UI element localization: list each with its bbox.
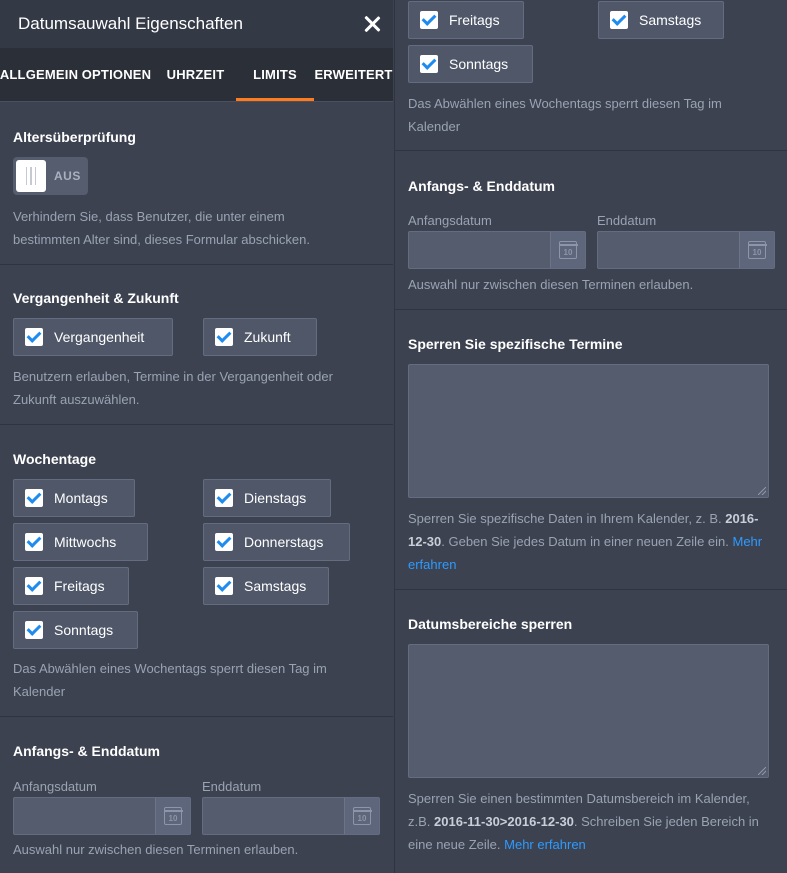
- toggle-state-label: AUS: [54, 169, 81, 183]
- tab-erweitert[interactable]: ERWEITERT: [314, 48, 393, 101]
- weekdays-help: Das Abwählen eines Wochentags sperrt die…: [13, 661, 327, 699]
- tab-optionen[interactable]: OPTIONEN: [78, 48, 155, 101]
- checkbox-label: Sonntags: [54, 622, 114, 638]
- checkbox-freitags[interactable]: Freitags: [13, 567, 129, 605]
- date-range-section: Anfangs- & Enddatum Anfangsdatum Enddatu…: [395, 151, 787, 310]
- block-dates-help: Sperren Sie spezifische Daten in Ihrem K…: [408, 511, 763, 572]
- end-date-input[interactable]: 10: [597, 231, 775, 269]
- past-future-help: Benutzern erlauben, Termine in der Verga…: [13, 369, 333, 407]
- checkbox-icon: [215, 328, 233, 346]
- checkbox-icon: [610, 11, 628, 29]
- age-check-toggle[interactable]: AUS: [13, 157, 88, 195]
- weekdays-section: Wochentage Montags Dienstags Mittwochs D…: [0, 425, 393, 717]
- weekdays-section-continued: Freitags Samstags Sonntags Das Abwählen …: [395, 0, 787, 151]
- block-ranges-section: Datumsbereiche sperren Sperren Sie einen…: [395, 590, 787, 873]
- calendar-button[interactable]: 10: [739, 232, 774, 268]
- age-check-section: Altersüberprüfung AUS Verhindern Sie, da…: [0, 102, 393, 265]
- checkbox-icon: [25, 621, 43, 639]
- start-date-input[interactable]: 10: [13, 797, 191, 835]
- checkbox-icon: [25, 533, 43, 551]
- close-icon[interactable]: [361, 13, 383, 35]
- calendar-button[interactable]: 10: [344, 798, 379, 834]
- calendar-icon: 10: [558, 241, 578, 259]
- date-range-title: Anfangs- & Enddatum: [13, 743, 160, 759]
- properties-panel: Datumsauwahl Eigenschaften ALLGEMEIN OPT…: [0, 0, 393, 873]
- end-date-label: Enddatum: [597, 213, 657, 228]
- end-date-input[interactable]: 10: [202, 797, 380, 835]
- end-date-label: Enddatum: [202, 779, 262, 794]
- start-date-input[interactable]: 10: [408, 231, 586, 269]
- properties-panel-scrolled: Freitags Samstags Sonntags Das Abwählen …: [394, 0, 787, 873]
- start-date-label: Anfangsdatum: [13, 779, 97, 794]
- checkbox-vergangenheit[interactable]: Vergangenheit: [13, 318, 173, 356]
- checkbox-sonntags[interactable]: Sonntags: [13, 611, 138, 649]
- toggle-knob: [16, 160, 46, 192]
- checkbox-icon: [215, 533, 233, 551]
- checkbox-label: Mittwochs: [54, 534, 117, 550]
- block-dates-section: Sperren Sie spezifische Termine Sperren …: [395, 310, 787, 590]
- checkbox-label: Vergangenheit: [54, 329, 145, 345]
- checkbox-icon: [420, 55, 438, 73]
- past-future-title: Vergangenheit & Zukunft: [13, 290, 179, 306]
- checkbox-icon: [25, 489, 43, 507]
- checkbox-samstags[interactable]: Samstags: [598, 1, 724, 39]
- checkbox-label: Freitags: [449, 12, 500, 28]
- checkbox-samstags[interactable]: Samstags: [203, 567, 329, 605]
- date-range-section: Anfangs- & Enddatum Anfangsdatum Enddatu…: [0, 717, 393, 873]
- block-ranges-title: Datumsbereiche sperren: [408, 616, 573, 632]
- panel-header: Datumsauwahl Eigenschaften: [0, 0, 393, 48]
- checkbox-label: Samstags: [244, 578, 307, 594]
- tab-bar: ALLGEMEIN OPTIONEN UHRZEIT LIMITS ERWEIT…: [0, 48, 393, 102]
- start-date-label: Anfangsdatum: [408, 213, 492, 228]
- calendar-button[interactable]: 10: [550, 232, 585, 268]
- learn-more-link[interactable]: Mehr erfahren: [504, 837, 586, 852]
- tab-limits[interactable]: LIMITS: [236, 48, 314, 101]
- past-future-section: Vergangenheit & Zukunft Vergangenheit Zu…: [0, 265, 393, 425]
- checkbox-freitags[interactable]: Freitags: [408, 1, 524, 39]
- checkbox-icon: [420, 11, 438, 29]
- checkbox-sonntags[interactable]: Sonntags: [408, 45, 533, 83]
- checkbox-dienstags[interactable]: Dienstags: [203, 479, 331, 517]
- block-dates-textarea[interactable]: [408, 364, 769, 498]
- checkbox-label: Donnerstags: [244, 534, 324, 550]
- calendar-icon: 10: [747, 241, 767, 259]
- date-range-title: Anfangs- & Enddatum: [408, 178, 555, 194]
- weekdays-title: Wochentage: [13, 451, 96, 467]
- block-ranges-help: Sperren Sie einen bestimmten Datumsberei…: [408, 791, 759, 852]
- checkbox-montags[interactable]: Montags: [13, 479, 135, 517]
- checkbox-label: Samstags: [639, 12, 702, 28]
- tab-uhrzeit[interactable]: UHRZEIT: [155, 48, 236, 101]
- checkbox-mittwochs[interactable]: Mittwochs: [13, 523, 148, 561]
- checkbox-icon: [25, 577, 43, 595]
- checkbox-label: Montags: [54, 490, 108, 506]
- checkbox-donnerstags[interactable]: Donnerstags: [203, 523, 350, 561]
- checkbox-label: Zukunft: [244, 329, 291, 345]
- calendar-icon: 10: [163, 807, 183, 825]
- block-ranges-textarea[interactable]: [408, 644, 769, 778]
- resize-grip-icon[interactable]: [758, 487, 766, 495]
- checkbox-icon: [215, 577, 233, 595]
- checkbox-zukunft[interactable]: Zukunft: [203, 318, 317, 356]
- resize-grip-icon[interactable]: [758, 767, 766, 775]
- checkbox-label: Dienstags: [244, 490, 307, 506]
- date-range-help: Auswahl nur zwischen diesen Terminen erl…: [408, 277, 694, 292]
- checkbox-icon: [215, 489, 233, 507]
- checkbox-icon: [25, 328, 43, 346]
- date-range-help: Auswahl nur zwischen diesen Terminen erl…: [13, 842, 299, 857]
- calendar-icon: 10: [352, 807, 372, 825]
- block-dates-title: Sperren Sie spezifische Termine: [408, 336, 623, 352]
- weekdays-help: Das Abwählen eines Wochentags sperrt die…: [408, 96, 722, 134]
- tab-allgemein[interactable]: ALLGEMEIN: [0, 48, 78, 101]
- age-check-help: Verhindern Sie, dass Benutzer, die unter…: [13, 209, 310, 247]
- panel-title: Datumsauwahl Eigenschaften: [18, 14, 243, 33]
- checkbox-label: Freitags: [54, 578, 105, 594]
- checkbox-label: Sonntags: [449, 56, 509, 72]
- calendar-button[interactable]: 10: [155, 798, 190, 834]
- age-check-title: Altersüberprüfung: [13, 129, 136, 145]
